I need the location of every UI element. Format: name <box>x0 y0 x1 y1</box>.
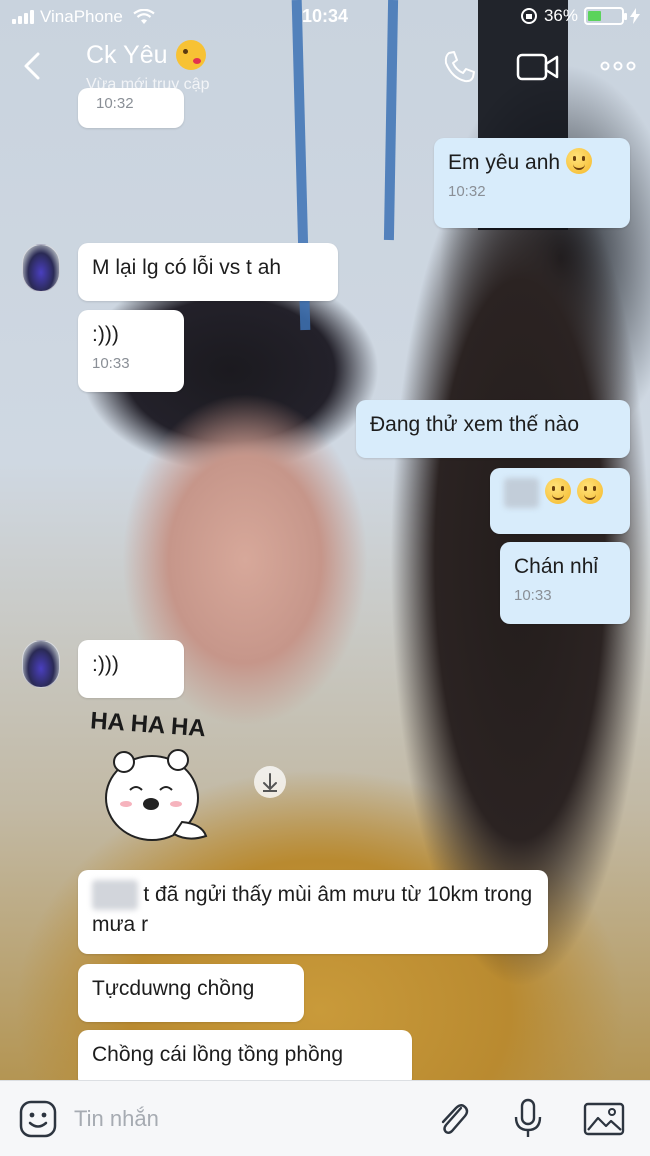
kiss-emoji-icon <box>175 40 206 70</box>
message-text: Chồng cái lồng tồng phồng <box>92 1043 344 1066</box>
battery-percent: 36% <box>543 6 578 25</box>
message-bubble-incoming[interactable]: 10:32 <box>78 88 184 128</box>
sticker-text: HA HA HA <box>89 707 206 742</box>
download-icon[interactable] <box>254 766 286 798</box>
message-input-bar <box>0 1080 650 1156</box>
image-picker-button[interactable] <box>582 1101 626 1137</box>
more-options-button[interactable] <box>598 52 638 80</box>
message-input[interactable] <box>74 1101 414 1137</box>
back-button[interactable] <box>16 48 52 84</box>
charging-icon <box>630 8 640 24</box>
battery-icon <box>584 7 627 25</box>
message-bubble-incoming[interactable]: M lại lg có lỗi vs t ah <box>78 243 338 301</box>
video-call-button[interactable] <box>516 50 560 84</box>
redacted-text: Xxxx <box>92 880 138 910</box>
call-button[interactable] <box>440 48 478 86</box>
message-bubble-outgoing[interactable]: Em yêu anh 10:32 <box>434 138 630 228</box>
message-text: Em yêu anh <box>448 151 561 174</box>
message-text: Đang thử xem thế nào <box>370 413 580 436</box>
message-time: 10:32 <box>96 95 134 112</box>
message-bubble-incoming[interactable]: Tựcduwng chồng <box>78 964 304 1022</box>
contact-avatar[interactable] <box>22 640 60 688</box>
message-text: :))) <box>92 653 119 676</box>
message-bubble-incoming[interactable]: :))) 10:33 <box>78 310 184 392</box>
smiley-emoji-icon <box>576 478 603 504</box>
status-bar: VinaPhone 10:34 36% <box>0 0 650 34</box>
message-text: t đã ngửi thấy mùi âm mưu từ 10km trong … <box>92 883 533 936</box>
laughing-bear-sticker[interactable]: HA HA HA <box>84 700 244 860</box>
contact-avatar[interactable] <box>22 244 60 292</box>
message-text: M lại lg có lỗi vs t ah <box>92 256 282 279</box>
message-bubble-outgoing[interactable]: Chán nhỉ 10:33 <box>500 542 630 624</box>
message-time: 10:33 <box>514 587 552 604</box>
status-right: 36% <box>520 6 640 26</box>
contact-name[interactable]: Ck Yêu <box>86 40 206 70</box>
message-text: :))) <box>92 323 119 346</box>
smiley-emoji-icon <box>544 478 571 504</box>
emoji-picker-button[interactable] <box>18 1099 58 1139</box>
orientation-lock-icon <box>520 8 537 24</box>
message-bubble-outgoing[interactable]: Xxx <box>490 468 630 534</box>
attachment-button[interactable] <box>434 1099 472 1139</box>
message-text: Chán nhỉ <box>514 555 599 578</box>
contact-name-text: Ck Yêu <box>86 40 168 69</box>
message-text: Tựcduwng chồng <box>92 977 255 1000</box>
message-time: 10:32 <box>448 183 486 200</box>
message-time: 10:33 <box>92 355 130 372</box>
message-bubble-outgoing[interactable]: Đang thử xem thế nào <box>356 400 630 458</box>
message-bubble-incoming[interactable]: :))) <box>78 640 184 698</box>
message-bubble-incoming[interactable]: Xxxx t đã ngửi thấy mùi âm mưu từ 10km t… <box>78 870 548 954</box>
redacted-text: Xxx <box>504 478 540 508</box>
smiley-emoji-icon <box>565 148 592 174</box>
microphone-button[interactable] <box>510 1097 546 1141</box>
